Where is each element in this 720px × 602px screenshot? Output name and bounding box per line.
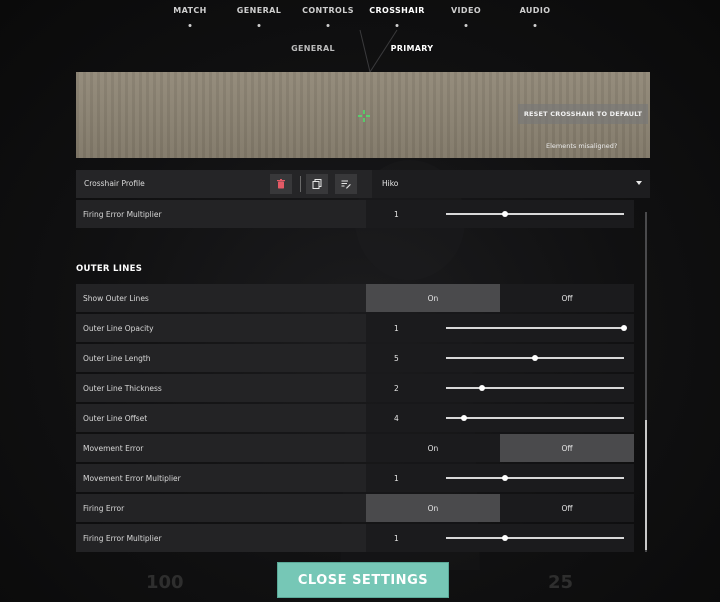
firing-error-multiplier-top-row: Firing Error Multiplier 1	[76, 200, 634, 228]
row-label: Firing Error Multiplier	[83, 534, 162, 543]
tab-audio[interactable]: AUDIO	[520, 6, 551, 15]
slider-value: 5	[394, 354, 399, 363]
tab-general[interactable]: GENERAL	[237, 6, 281, 15]
rename-icon	[341, 180, 351, 189]
toggle-off-button[interactable]: Off	[500, 284, 634, 312]
slider-track[interactable]	[446, 325, 627, 331]
hud-ammo: 25	[548, 572, 574, 593]
slider-container: 1	[366, 200, 634, 228]
row-label: Firing Error Multiplier	[83, 210, 162, 219]
movement-error-row: Movement Error On Off	[76, 434, 634, 462]
slider-container: 5	[366, 344, 634, 372]
row-label: Outer Line Length	[83, 354, 151, 363]
tab-video-dot	[464, 24, 468, 27]
firing-error-row: Firing Error On Off	[76, 494, 634, 522]
slider-track[interactable]	[446, 535, 624, 541]
subtab-primary[interactable]: PRIMARY	[391, 44, 434, 53]
row-label: Outer Line Opacity	[83, 324, 154, 333]
close-settings-button[interactable]: CLOSE SETTINGS	[277, 562, 449, 598]
toggle-off-button[interactable]: Off	[500, 494, 634, 522]
firing-error-multiplier-row: Firing Error Multiplier 1	[76, 524, 634, 552]
outer-line-offset-row: Outer Line Offset 4	[76, 404, 634, 432]
row-label: Firing Error	[83, 504, 125, 513]
toggle-on-button[interactable]: On	[366, 284, 500, 312]
slider-container: 1	[366, 314, 634, 342]
row-label: Movement Error	[83, 444, 144, 453]
tab-video[interactable]: VIDEO	[451, 6, 481, 15]
slider-container: 4	[366, 404, 634, 432]
crosshair-profile-label: Crosshair Profile	[84, 179, 145, 188]
profile-value: Hiko	[382, 179, 399, 188]
slider-value: 4	[394, 414, 399, 423]
slider-value: 2	[394, 384, 399, 393]
row-label: Show Outer Lines	[83, 294, 149, 303]
outer-line-length-row: Outer Line Length 5	[76, 344, 634, 372]
slider-value: 1	[394, 474, 399, 483]
slider-knob[interactable]	[501, 211, 508, 217]
crosshair-profile-row: Crosshair Profile Hiko	[76, 170, 650, 198]
chevron-down-icon	[636, 181, 642, 185]
toggle-off-button[interactable]: Off	[500, 434, 634, 462]
tab-controls-dot	[326, 24, 330, 27]
slider-value: 1	[394, 210, 399, 219]
slider-knob[interactable]	[501, 475, 508, 481]
hud-health: 100	[146, 572, 184, 593]
slider-track[interactable]	[446, 415, 624, 421]
row-label: Movement Error Multiplier	[83, 474, 181, 483]
tab-audio-dot	[533, 24, 537, 27]
slider-container: 1	[366, 524, 634, 552]
row-label: Outer Line Thickness	[83, 384, 162, 393]
slider-value: 1	[394, 324, 399, 333]
slider-knob[interactable]	[621, 325, 627, 331]
slider-knob[interactable]	[532, 355, 538, 361]
trash-icon	[277, 179, 285, 189]
elements-misaligned-link[interactable]: Elements misaligned?	[546, 142, 617, 150]
slider-track[interactable]	[446, 475, 624, 481]
profile-divider	[300, 176, 301, 192]
slider-track[interactable]	[446, 385, 624, 391]
slider-value: 1	[394, 534, 399, 543]
slider-knob[interactable]	[478, 385, 485, 391]
section-outer-lines: OUTER LINES	[76, 264, 143, 274]
slider-knob[interactable]	[460, 415, 467, 421]
delete-profile-button[interactable]	[270, 174, 292, 194]
crosshair-icon	[358, 110, 370, 122]
toggle-on-button[interactable]: On	[366, 434, 500, 462]
outer-line-thickness-row: Outer Line Thickness 2	[76, 374, 634, 402]
slider-knob[interactable]	[501, 535, 508, 541]
slider-container: 1	[366, 464, 634, 492]
rename-profile-button[interactable]	[335, 174, 357, 194]
tab-crosshair-dot	[395, 24, 399, 27]
copy-icon	[312, 179, 322, 189]
outer-line-opacity-row: Outer Line Opacity 1	[76, 314, 634, 342]
slider-track[interactable]	[446, 211, 624, 217]
tab-match-dot	[188, 24, 192, 27]
tab-controls[interactable]: CONTROLS	[302, 6, 354, 15]
copy-profile-button[interactable]	[306, 174, 328, 194]
slider-container: 2	[366, 374, 634, 402]
crosshair-profile-dropdown[interactable]: Hiko	[372, 170, 650, 198]
slider-track[interactable]	[446, 355, 624, 361]
tab-crosshair[interactable]: CROSSHAIR	[369, 6, 425, 15]
subtab-general[interactable]: GENERAL	[291, 44, 335, 53]
show-outer-lines-row: Show Outer Lines On Off	[76, 284, 634, 312]
tab-match[interactable]: MATCH	[173, 6, 207, 15]
settings-scrollbar-thumb[interactable]	[645, 420, 647, 550]
tab-general-dot	[257, 24, 261, 27]
movement-error-multiplier-row: Movement Error Multiplier 1	[76, 464, 634, 492]
row-label: Outer Line Offset	[83, 414, 148, 423]
toggle-on-button[interactable]: On	[366, 494, 500, 522]
reset-crosshair-button[interactable]: RESET CROSSHAIR TO DEFAULT	[518, 104, 648, 124]
